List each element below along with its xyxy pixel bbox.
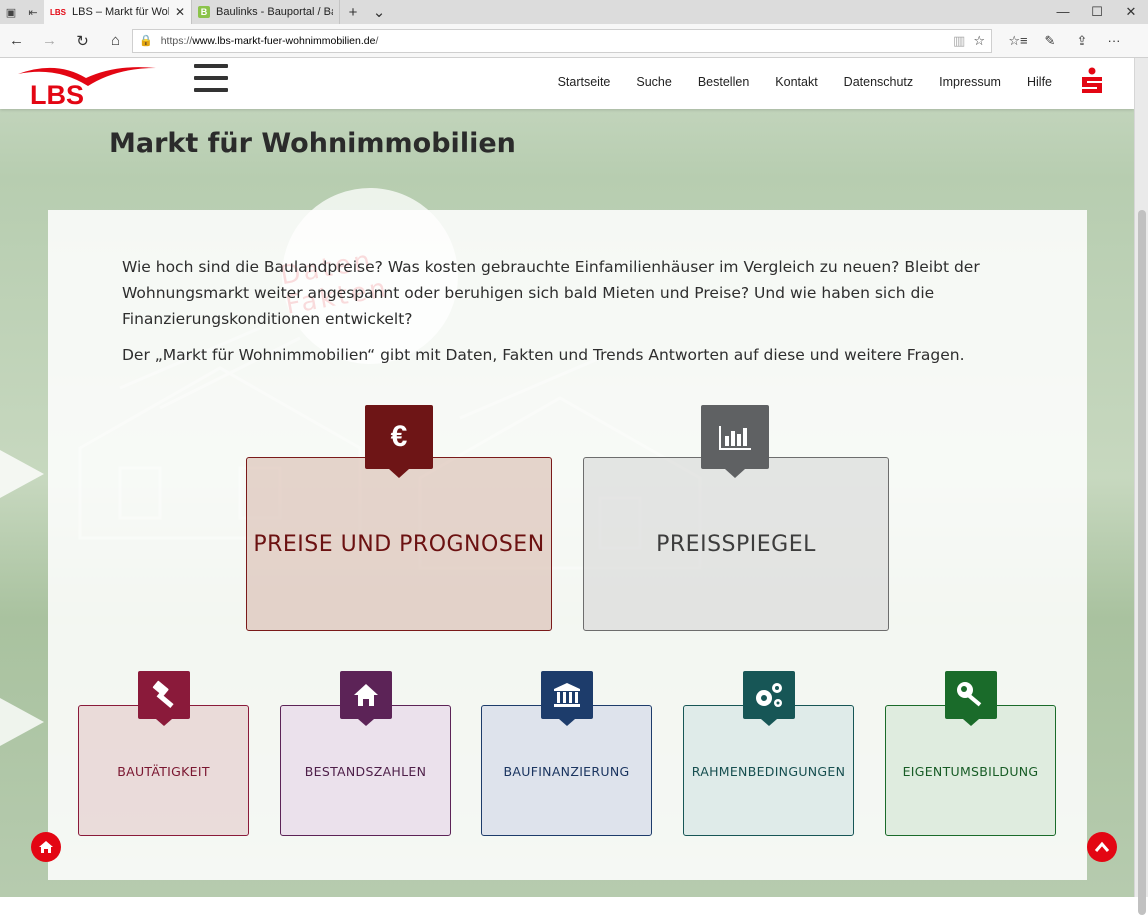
lbs-favicon-icon: LBS xyxy=(50,7,66,17)
nav-startseite[interactable]: Startseite xyxy=(558,75,611,89)
window-controls: — ☐ ✕ xyxy=(1046,4,1148,20)
site-header: LBS Startseite Suche Bestellen Kontakt D… xyxy=(0,58,1134,109)
tab-title: LBS – Markt für Wohnin xyxy=(72,6,169,18)
browser-toolbar: ☆≡ ✎ ⇪ ··· xyxy=(1002,33,1130,49)
nav-kontakt[interactable]: Kontakt xyxy=(775,75,817,89)
close-tab-icon[interactable]: ✕ xyxy=(175,5,185,19)
card-preise-und-prognosen[interactable]: PREISE UND PROGNOSEN xyxy=(246,457,552,631)
sparkasse-logo-icon[interactable] xyxy=(1080,67,1104,97)
scroll-to-top-chevron-up-icon[interactable] xyxy=(1087,832,1117,862)
nav-bestellen[interactable]: Bestellen xyxy=(698,75,749,89)
url-text: https://www.lbs-markt-fuer-wohnimmobilie… xyxy=(160,34,379,47)
euro-icon[interactable]: € xyxy=(365,405,433,478)
address-bar-row: ← → ↻ ⌂ 🔒 https://www.lbs-markt-fuer-woh… xyxy=(0,24,1148,57)
page-scrollbar[interactable] xyxy=(1134,58,1148,915)
content-panel: Daten Fakten Wie hoch sind die Baulandpr… xyxy=(48,174,1087,880)
card-label: BESTANDSZAHLEN xyxy=(304,764,427,779)
lock-icon: 🔒 xyxy=(139,35,153,47)
scrollbar-thumb[interactable] xyxy=(1138,210,1146,915)
browser-chrome: ▣ ⇤ LBS LBS – Markt für Wohnin ✕ B Bauli… xyxy=(0,0,1148,58)
website-viewport: LBS Startseite Suche Bestellen Kontakt D… xyxy=(0,58,1134,897)
gears-icon[interactable] xyxy=(743,671,795,726)
tab-title: Baulinks - Bauportal / Baum xyxy=(216,6,333,18)
svg-text:LBS: LBS xyxy=(30,80,84,106)
key-icon[interactable] xyxy=(945,671,997,726)
intro-text: Wie hoch sind die Baulandpreise? Was kos… xyxy=(122,254,982,378)
hamburger-menu-icon[interactable] xyxy=(194,64,228,94)
top-navigation: Startseite Suche Bestellen Kontakt Daten… xyxy=(558,75,1052,89)
card-label: EIGENTUMSBILDUNG xyxy=(902,764,1039,779)
home-icon[interactable]: ⌂ xyxy=(99,32,132,49)
card-label: BAUFINANZIERUNG xyxy=(503,764,630,779)
web-note-pen-icon[interactable]: ✎ xyxy=(1034,33,1066,49)
card-label: RAHMENBEDINGUNGEN xyxy=(691,764,846,779)
new-tab-icon[interactable]: + xyxy=(340,4,366,21)
reading-view-icon[interactable]: ▥ xyxy=(953,33,965,49)
minimize-icon[interactable]: — xyxy=(1046,4,1080,20)
lbs-logo[interactable]: LBS xyxy=(16,62,158,106)
bar-chart-icon[interactable] xyxy=(701,405,769,478)
nav-hilfe[interactable]: Hilfe xyxy=(1027,75,1052,89)
favorite-star-icon[interactable]: ☆ xyxy=(973,33,985,49)
gavel-icon[interactable] xyxy=(138,671,190,726)
close-window-icon[interactable]: ✕ xyxy=(1114,4,1148,20)
url-field[interactable]: 🔒 https://www.lbs-markt-fuer-wohnimmobil… xyxy=(132,28,992,53)
share-icon[interactable]: ⇪ xyxy=(1066,33,1098,49)
refresh-icon[interactable]: ↻ xyxy=(66,32,99,50)
card-preisspiegel[interactable]: PREISSPIEGEL xyxy=(583,457,889,631)
nav-datenschutz[interactable]: Datenschutz xyxy=(844,75,913,89)
page-title: Markt für Wohnimmobilien xyxy=(109,128,516,159)
home-icon[interactable] xyxy=(340,671,392,726)
left-slide-arrow-icon[interactable] xyxy=(0,698,44,746)
card-label: PREISE UND PROGNOSEN xyxy=(253,531,545,557)
bank-icon[interactable] xyxy=(541,671,593,726)
card-label: BAUTÄTIGKEIT xyxy=(117,764,210,779)
favorites-hub-icon[interactable]: ☆≡ xyxy=(1002,33,1034,49)
nav-impressum[interactable]: Impressum xyxy=(939,75,1001,89)
tab-bar: ▣ ⇤ LBS LBS – Markt für Wohnin ✕ B Bauli… xyxy=(0,0,1148,24)
intro-paragraph-1: Wie hoch sind die Baulandpreise? Was kos… xyxy=(122,258,980,328)
browser-tab-lbs[interactable]: LBS LBS – Markt für Wohnin ✕ xyxy=(44,0,192,24)
tab-list-chevron-down-icon[interactable]: ⌄ xyxy=(366,3,392,21)
nav-suche[interactable]: Suche xyxy=(636,75,671,89)
back-icon[interactable]: ← xyxy=(0,32,33,49)
tab-actions-icon[interactable]: ▣ xyxy=(0,0,22,24)
card-label: PREISSPIEGEL xyxy=(656,531,816,557)
baulinks-favicon-icon: B xyxy=(198,6,210,18)
maximize-icon[interactable]: ☐ xyxy=(1080,4,1114,20)
home-fab-icon[interactable] xyxy=(31,832,61,862)
set-aside-tabs-icon[interactable]: ⇤ xyxy=(22,0,44,24)
intro-paragraph-2: Der „Markt für Wohnimmobilien“ gibt mit … xyxy=(122,346,965,364)
browser-tab-baulinks[interactable]: B Baulinks - Bauportal / Baum xyxy=(192,0,340,24)
more-menu-icon[interactable]: ··· xyxy=(1098,33,1130,49)
forward-icon[interactable]: → xyxy=(33,32,66,49)
left-slide-arrow-icon[interactable] xyxy=(0,450,44,498)
